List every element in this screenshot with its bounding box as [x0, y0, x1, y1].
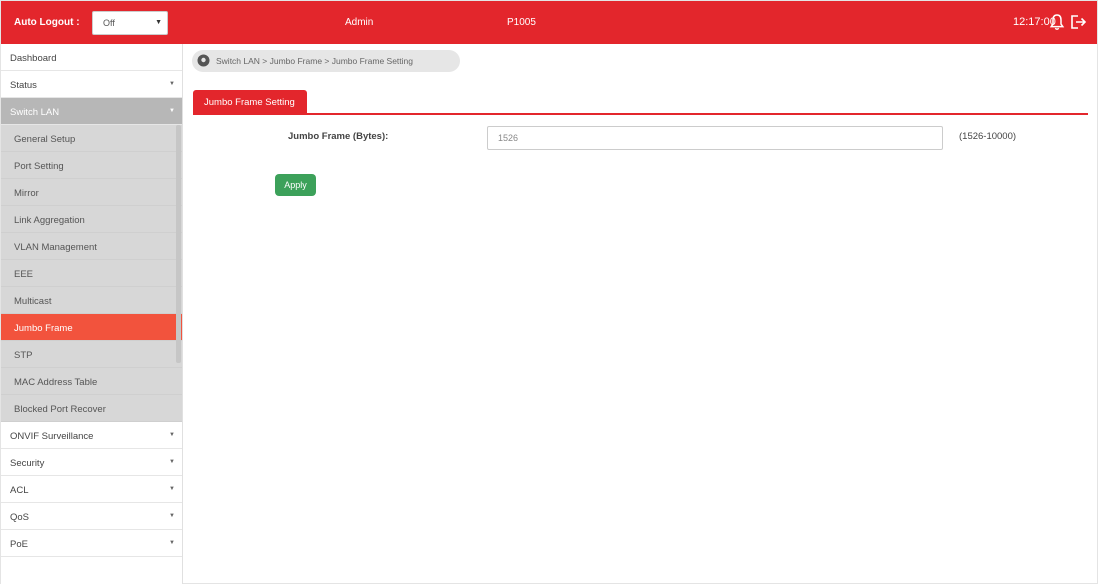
sidebar-subitem-eee[interactable]: EEE: [1, 260, 182, 287]
sidebar-subitem-blocked-port-recover[interactable]: Blocked Port Recover: [1, 395, 182, 422]
chevron-down-icon: ▼: [169, 459, 175, 465]
sidebar-item-label: QoS: [10, 512, 30, 523]
top-bar: Auto Logout : Off ▼ Admin P1005 12:17:00: [1, 1, 1097, 44]
sidebar-item-acl[interactable]: ACL ▼: [1, 476, 182, 503]
sidebar-subitem-mac-address-table[interactable]: MAC Address Table: [1, 368, 182, 395]
chevron-down-icon: ▼: [169, 513, 175, 519]
sidebar-subitem-general-setup[interactable]: General Setup: [1, 125, 182, 152]
sidebar-item-qos[interactable]: QoS ▼: [1, 503, 182, 530]
tab-jumbo-frame-setting[interactable]: Jumbo Frame Setting: [193, 90, 307, 114]
sidebar-item-status[interactable]: Status ▼: [1, 71, 182, 98]
sidebar-subitem-link-aggregation[interactable]: Link Aggregation: [1, 206, 182, 233]
tab-underline: [193, 113, 1088, 115]
sidebar-subitem-vlan-management[interactable]: VLAN Management: [1, 233, 182, 260]
device-model: P1005: [507, 17, 536, 28]
breadcrumb: Switch LAN > Jumbo Frame > Jumbo Frame S…: [192, 50, 460, 72]
chevron-down-icon: ▼: [169, 540, 175, 546]
location-pin-icon: [197, 54, 210, 67]
sidebar-top-items: Dashboard Status ▼: [1, 44, 182, 98]
sidebar-subitem-mirror[interactable]: Mirror: [1, 179, 182, 206]
jumbo-frame-label: Jumbo Frame (Bytes):: [288, 131, 389, 142]
submenu-scrollbar[interactable]: [176, 125, 181, 363]
chevron-down-icon: ▼: [169, 486, 175, 492]
sidebar-item-poe[interactable]: PoE ▼: [1, 530, 182, 557]
sidebar-item-label: Dashboard: [10, 53, 57, 64]
sidebar-item-label: ONVIF Surveillance: [10, 431, 94, 442]
sidebar-subitem-jumbo-frame[interactable]: Jumbo Frame: [1, 314, 182, 341]
logout-icon[interactable]: [1069, 13, 1087, 31]
auto-logout-value: Off: [103, 18, 115, 28]
jumbo-frame-range: (1526-10000): [959, 131, 1017, 142]
sidebar-item-onvif-surveillance[interactable]: ONVIF Surveillance ▼: [1, 422, 182, 449]
chevron-down-icon: ▼: [169, 108, 175, 114]
chevron-down-icon: ▼: [169, 81, 175, 87]
sidebar-item-security[interactable]: Security ▼: [1, 449, 182, 476]
sidebar-submenu-switch-lan: General Setup Port Setting Mirror Link A…: [1, 125, 182, 422]
sidebar-item-dashboard[interactable]: Dashboard: [1, 44, 182, 71]
sidebar-bottom-items: ONVIF Surveillance ▼ Security ▼ ACL ▼ Qo…: [1, 422, 182, 557]
sidebar-item-label: Security: [10, 458, 45, 469]
sidebar-subitem-stp[interactable]: STP: [1, 341, 182, 368]
sidebar-subitem-multicast[interactable]: Multicast: [1, 287, 182, 314]
caret-down-icon: ▼: [155, 19, 162, 26]
chevron-down-icon: ▼: [169, 432, 175, 438]
breadcrumb-text: Switch LAN > Jumbo Frame > Jumbo Frame S…: [216, 56, 413, 66]
sidebar-item-label: Switch LAN: [10, 107, 60, 118]
page: Auto Logout : Off ▼ Admin P1005 12:17:00…: [0, 0, 1098, 584]
sidebar: Dashboard Status ▼ Switch LAN ▼ General …: [1, 44, 183, 584]
sidebar-item-switch-lan[interactable]: Switch LAN ▼: [1, 98, 182, 125]
sidebar-item-label: Status: [10, 80, 37, 91]
jumbo-frame-input[interactable]: [487, 126, 943, 150]
sidebar-item-label: ACL: [10, 485, 29, 496]
bell-icon[interactable]: [1049, 13, 1065, 31]
user-name: Admin: [345, 17, 374, 28]
apply-button[interactable]: Apply: [275, 174, 316, 196]
sidebar-item-label: PoE: [10, 539, 28, 550]
auto-logout-select[interactable]: Off ▼: [92, 11, 168, 35]
sidebar-subitem-port-setting[interactable]: Port Setting: [1, 152, 182, 179]
auto-logout-label: Auto Logout :: [14, 17, 80, 28]
